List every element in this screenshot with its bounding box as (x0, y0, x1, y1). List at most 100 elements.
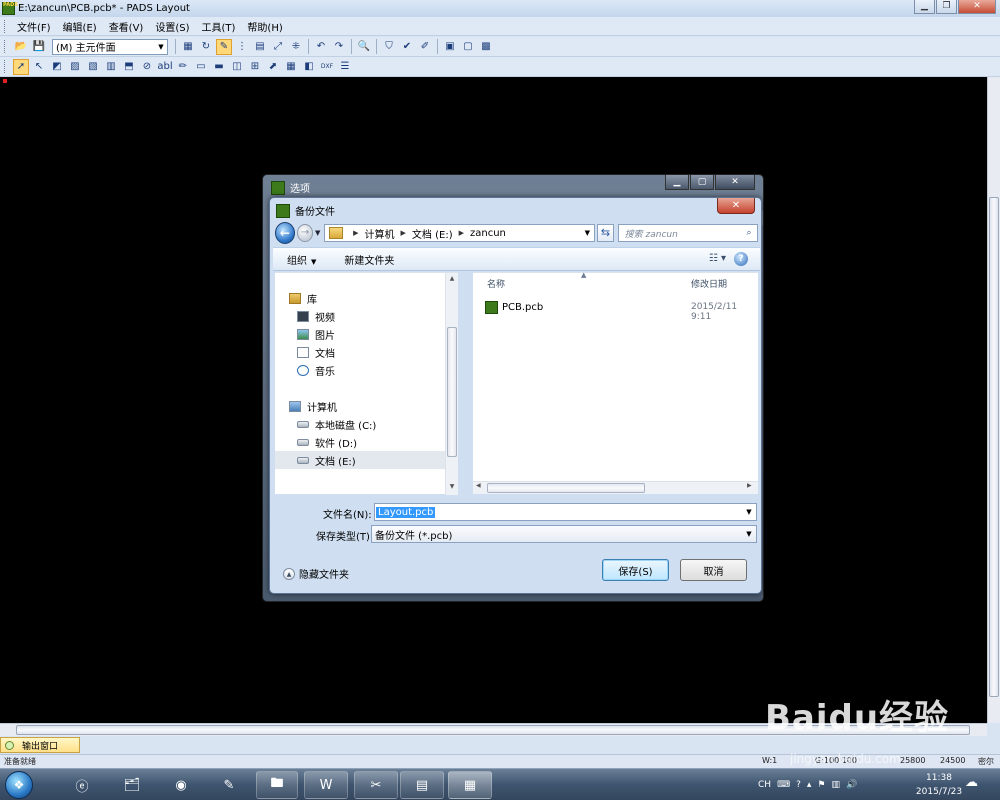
file-type-select[interactable]: 备份文件 (*.pcb) ▼ (371, 525, 757, 543)
shape-icon[interactable]: ◩ (49, 59, 65, 75)
breadcrumb-separator-icon[interactable]: ▶ (459, 229, 464, 237)
dxf-import-icon[interactable]: DXF (319, 59, 335, 75)
column-header-modified[interactable]: 修改日期 (691, 277, 727, 290)
verify-design-icon[interactable]: ⛉ (381, 39, 397, 55)
design-toolbar-icon[interactable]: ✎ (216, 38, 232, 55)
breadcrumb-separator-icon[interactable]: ▶ (353, 229, 358, 237)
chevron-down-icon[interactable]: ▼ (580, 229, 594, 237)
nav-item-drive-d[interactable]: 软件 (D:) (297, 433, 467, 451)
chevron-down-icon[interactable]: ▼ (742, 508, 756, 516)
cleanup-icon[interactable]: ✐ (417, 39, 433, 55)
language-indicator[interactable]: CH (758, 780, 771, 790)
scrollbar-thumb[interactable] (447, 327, 457, 457)
nav-item-documents[interactable]: 文档 (297, 343, 467, 361)
scroll-down-icon[interactable]: ▼ (446, 483, 458, 490)
board-outline-icon[interactable]: ▭ (193, 59, 209, 75)
tools-icon[interactable]: ✂ (354, 771, 398, 799)
cancel-button[interactable]: 取消 (680, 559, 747, 581)
ecogen-toolbar-icon[interactable]: ⁜ (288, 39, 304, 55)
file-row[interactable]: PCB.pcb (485, 301, 543, 314)
hide-folders-toggle[interactable]: ▲ 隐藏文件夹 (283, 566, 349, 581)
save-button[interactable]: 保存(S) (602, 559, 669, 581)
search-input[interactable]: 搜索 zancun ⌕ (617, 224, 758, 242)
no-connect-icon[interactable]: ⊘ (139, 59, 155, 75)
router-link-icon[interactable]: ▩ (478, 39, 494, 55)
menubar-grip[interactable] (4, 19, 7, 33)
keyboard-icon[interactable]: ⌨ (777, 780, 790, 790)
component-icon[interactable]: ◧ (301, 59, 317, 75)
navigation-pane-scrollbar[interactable]: ▲ ▼ (445, 273, 458, 495)
flood-icon[interactable]: ▬ (211, 59, 227, 75)
help-tray-icon[interactable]: ? (796, 780, 801, 790)
2d-line-icon[interactable]: ✏ (175, 59, 191, 75)
dimension-toolbar-icon[interactable]: ▤ (252, 39, 268, 55)
back-arrow-icon[interactable]: ← (275, 222, 295, 244)
toolbar-grip[interactable] (4, 60, 7, 73)
cam-icon[interactable]: ▣ (442, 39, 458, 55)
scrollbar-thumb[interactable] (487, 483, 645, 493)
toolbar-grip[interactable] (4, 40, 7, 53)
keepout-icon[interactable]: ⬒ (121, 59, 137, 75)
redraw-icon[interactable]: ↻ (198, 39, 214, 55)
nav-item-pictures[interactable]: 图片 (297, 325, 467, 343)
explorer-icon[interactable]: 🗂 (110, 771, 154, 799)
hatch-icon[interactable]: ▥ (103, 59, 119, 75)
weather-cloud-icon[interactable]: ☁ (965, 775, 987, 791)
text-icon[interactable]: abl (157, 59, 173, 75)
library-icon[interactable]: ▦ (283, 59, 299, 75)
open-icon[interactable]: 📂 (13, 39, 29, 55)
address-bar[interactable]: ▶ 计算机 ▶ 文档 (E:) ▶ zancun ▼ (324, 224, 596, 242)
menu-edit[interactable]: 编辑(E) (58, 19, 104, 34)
select-mode-icon[interactable]: ↖ (31, 59, 47, 75)
breadcrumb-separator-icon[interactable]: ▶ (401, 229, 406, 237)
redo-icon[interactable]: ↷ (331, 39, 347, 55)
nav-item-videos[interactable]: 视频 (297, 307, 467, 325)
column-header-name[interactable]: 名称 (487, 277, 505, 290)
menu-help[interactable]: 帮助(H) (242, 19, 289, 34)
recent-locations-dropdown[interactable]: ▼ (313, 229, 322, 237)
copper-pour-icon[interactable]: ▧ (85, 59, 101, 75)
undo-icon[interactable]: ↶ (313, 39, 329, 55)
move-icon[interactable]: ⬈ (265, 59, 281, 75)
hatch-outline-icon[interactable]: ◫ (229, 59, 245, 75)
scroll-left-icon[interactable]: ◀ (476, 482, 481, 489)
search-icon[interactable]: ⌕ (741, 228, 757, 238)
organize-button[interactable]: 组织 ▼ (273, 252, 330, 267)
drafting-toolbar-icon[interactable]: ⋮ (234, 39, 250, 55)
breadcrumb-drive-e[interactable]: 文档 (E:) (412, 226, 453, 241)
select-arrow-icon[interactable]: ➚ (13, 58, 29, 75)
ie-icon[interactable]: ⓔ (62, 771, 102, 799)
network-icon[interactable]: ▥ (831, 780, 840, 790)
scroll-right-icon[interactable]: ▶ (747, 482, 752, 489)
start-button[interactable]: ❖ (5, 771, 33, 799)
minimize-button[interactable]: ▁ (914, 0, 935, 14)
menu-setup[interactable]: 设置(S) (150, 19, 196, 34)
flag-icon[interactable]: ⚑ (817, 780, 825, 790)
folder-icon[interactable]: 🖿 (256, 771, 298, 799)
output-window-tab[interactable]: 输出窗口 (0, 737, 80, 753)
file-list-scrollbar[interactable]: ◀ ▶ (473, 481, 758, 494)
help-icon[interactable]: ? (734, 252, 748, 266)
menu-view[interactable]: 查看(V) (104, 19, 151, 34)
copper-icon[interactable]: ▨ (67, 59, 83, 75)
close-button[interactable]: ✕ (958, 0, 996, 14)
maximize-button[interactable]: ▢ (690, 175, 714, 190)
forward-arrow-icon[interactable]: → (296, 224, 314, 242)
word-icon[interactable]: W (304, 771, 348, 799)
close-button[interactable]: ✕ (717, 198, 755, 214)
nav-item-drive-c[interactable]: 本地磁盘 (C:) (297, 415, 467, 433)
layer-combo[interactable]: (M) 主元件面 ▼ (52, 38, 168, 55)
canvas-vertical-scrollbar[interactable] (987, 77, 1000, 723)
pen-icon[interactable]: ✎ (208, 771, 250, 799)
volume-icon[interactable]: 🔊 (846, 780, 857, 790)
merge-icon[interactable]: ⊞ (247, 59, 263, 75)
window-icon[interactable]: ▢ (460, 39, 476, 55)
layer-pair-icon[interactable]: ▦ (180, 39, 196, 55)
route-toolbar-icon[interactable]: ⤢ (270, 39, 286, 55)
clock[interactable]: 11:38 2015/7/23 (915, 771, 963, 799)
view-options-icon[interactable]: ☷ ▾ (709, 253, 726, 264)
pads-router-icon[interactable]: ▤ (400, 771, 444, 799)
refresh-icon[interactable]: ⇆ (597, 224, 614, 242)
minimize-button[interactable]: ▁ (665, 175, 689, 190)
zoom-icon[interactable]: 🔍 (356, 39, 372, 55)
